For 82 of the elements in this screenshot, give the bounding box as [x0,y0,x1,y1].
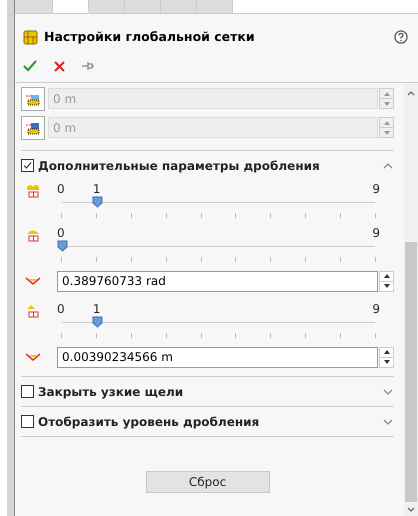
mesh-icon [25,182,41,198]
mesh-icon [25,302,41,318]
checkbox[interactable] [21,385,34,398]
collapse-icon[interactable] [383,162,393,168]
tick-mark [96,333,97,338]
tick-mark [235,333,236,338]
spin-down-button[interactable] [379,282,394,292]
slider-value-label: 1 [92,301,100,318]
grid-icon [23,30,38,44]
tick-mark [200,333,202,338]
spin-up-button[interactable] [379,346,394,358]
tick-mark [340,257,341,262]
tick-mark [340,333,341,338]
spin-down-button[interactable] [379,358,394,368]
slider-max-label: 9 [372,181,380,198]
tick-mark [96,213,97,218]
panel-title: Настройки глобальной сетки [44,28,256,46]
tick-mark [130,213,132,218]
slider-value-label: 1 [92,181,100,198]
slider-thumb[interactable] [92,316,103,328]
reset-button[interactable]: Сброс [146,471,270,493]
tick-mark [374,333,376,338]
help-icon[interactable] [394,30,408,44]
caret-down-icon [384,102,390,106]
caret-down-icon [384,360,390,364]
scroll-down-icon[interactable] [407,506,415,512]
slider-thumb[interactable] [57,240,68,252]
tick-mark [166,333,167,338]
tick-mark [130,257,132,262]
tick-mark [374,213,376,218]
tick-mark [305,333,306,338]
angle-icon [25,352,41,362]
caret-up-icon [384,274,390,278]
tick-mark [96,257,97,262]
mesh-size-button[interactable] [21,86,45,110]
section-title: Дополнительные параметры дробления [38,158,321,174]
slider-thumb[interactable] [92,196,103,208]
spin-up-button[interactable] [379,270,394,282]
tick-mark [61,257,62,262]
confirm-icon[interactable] [23,60,37,72]
tick-mark [305,257,306,262]
tick-mark [166,257,167,262]
mesh-size-button[interactable] [21,116,45,140]
tick-mark [374,257,376,262]
tick-mark [305,213,306,218]
slider-max-label: 9 [372,225,380,242]
slider-min-label: 0 [57,181,65,198]
tick-mark [166,213,167,218]
checkbox[interactable] [21,159,34,172]
slider-min-label: 0 [57,301,65,318]
tick-mark [200,213,202,218]
slider-max-label: 9 [372,301,380,318]
value-field[interactable]: 0.00390234566 m [57,346,378,368]
pin-icon[interactable] [82,61,94,71]
caret-up-icon [384,120,390,124]
scroll-up-icon[interactable] [407,90,415,96]
tick-mark [235,257,236,262]
angle-icon [25,276,41,286]
tick-mark [270,257,272,262]
tick-mark [270,333,272,338]
caret-down-icon [384,284,390,288]
mesh-icon [25,120,41,134]
section-title: Отобразить уровень дробления [38,414,260,430]
caret-up-icon [384,350,390,354]
tick-mark [200,257,202,262]
scrollbar[interactable] [404,83,418,516]
tick-mark [61,333,62,338]
scrollbar-thumb[interactable] [405,242,417,502]
expand-icon[interactable] [383,418,393,424]
slider-min-label: 0 [57,225,65,242]
expand-icon[interactable] [383,388,393,394]
tick-mark [235,213,236,218]
tick-mark [340,213,341,218]
caret-up-icon [384,92,390,96]
tick-mark [130,333,132,338]
section-title: Закрыть узкие щели [38,384,184,400]
checkbox[interactable] [21,415,34,428]
close-icon[interactable] [54,60,65,72]
caret-down-icon [384,130,390,134]
tick-mark [61,213,62,218]
tick-mark [270,213,272,218]
value-field[interactable]: 0.389760733 rad [57,270,378,292]
